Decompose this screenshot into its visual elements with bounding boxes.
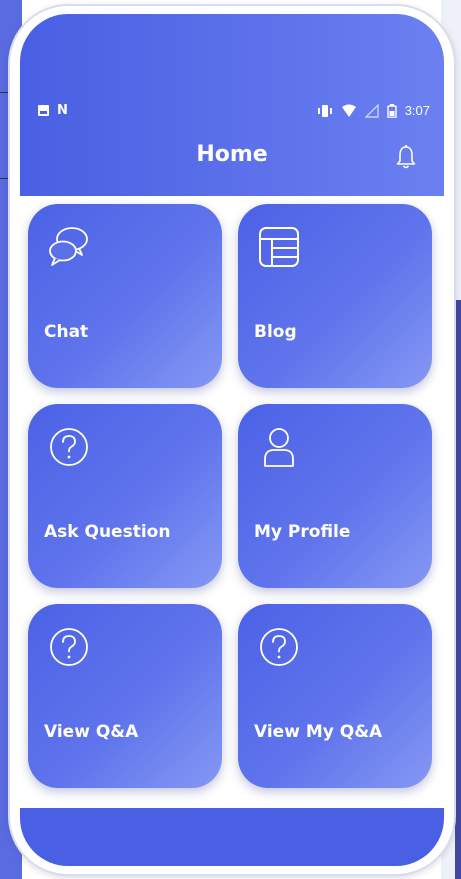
bottom-bar <box>20 808 444 866</box>
question-icon <box>50 628 88 666</box>
tile-label: Blog <box>254 322 297 342</box>
question-icon <box>50 428 88 466</box>
signal-icon <box>364 103 379 118</box>
tile-label: My Profile <box>254 522 351 542</box>
status-bar: N 3:07 <box>20 100 444 126</box>
tile-label: View Q&A <box>44 722 139 742</box>
profile-icon <box>264 428 294 467</box>
app-screen: N 3:07 Home Chat Blog Ask Question My Pr… <box>20 14 444 866</box>
view-my-qa-tile[interactable]: View My Q&A <box>238 604 432 788</box>
tile-label: Chat <box>44 322 89 342</box>
bell-icon[interactable] <box>394 144 418 172</box>
wifi-icon <box>341 104 356 117</box>
battery-icon <box>386 103 397 118</box>
app-header: N 3:07 Home <box>20 14 444 196</box>
tile-label: View My Q&A <box>254 722 383 742</box>
gallery-icon <box>38 105 49 116</box>
my-profile-tile[interactable]: My Profile <box>238 404 432 588</box>
page-title: Home <box>196 142 268 167</box>
vibrate-icon <box>317 104 332 117</box>
status-time: 3:07 <box>404 103 430 118</box>
question-icon <box>260 628 298 666</box>
page-background-strip <box>455 300 461 879</box>
blog-icon <box>259 227 299 267</box>
ask-question-tile[interactable]: Ask Question <box>28 404 222 588</box>
n-icon: N <box>57 103 68 118</box>
view-qa-tile[interactable]: View Q&A <box>28 604 222 788</box>
blog-tile[interactable]: Blog <box>238 204 432 388</box>
chat-icon <box>49 227 88 266</box>
phone-frame: N 3:07 Home Chat Blog Ask Question My Pr… <box>10 6 454 874</box>
chat-tile[interactable]: Chat <box>28 204 222 388</box>
tile-label: Ask Question <box>44 522 171 542</box>
